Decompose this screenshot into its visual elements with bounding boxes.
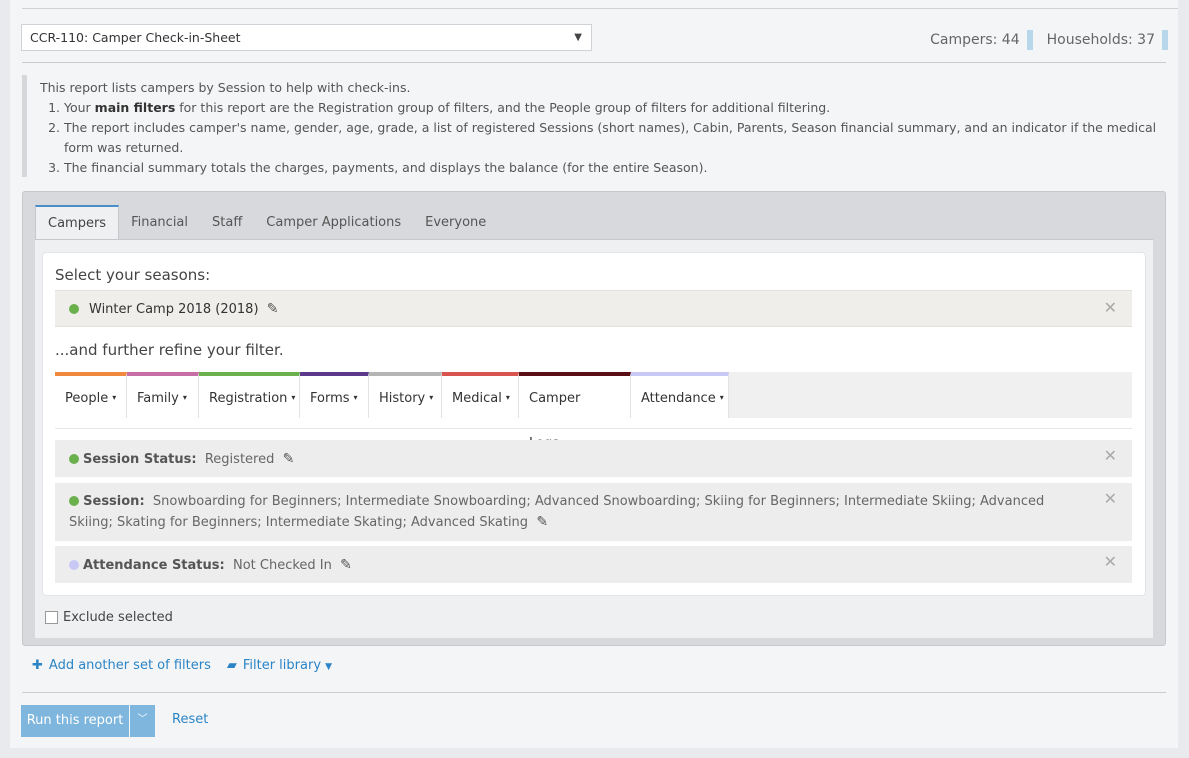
count-bar-decoration (1026, 30, 1033, 50)
category-history-label: History (379, 391, 426, 406)
run-options-button[interactable]: ﹀ (130, 705, 155, 737)
tab-bar: Campers Financial Staff Camper Applicati… (35, 205, 498, 239)
filter-status-dot (69, 495, 79, 506)
close-icon[interactable]: ✕ (1104, 446, 1117, 466)
report-dropdown-value: CCR-110: Camper Check-in-Sheet (30, 30, 241, 45)
tab-campers[interactable]: Campers (35, 205, 120, 239)
pencil-icon[interactable]: ✎ (267, 301, 279, 317)
actions-divider (22, 692, 1166, 693)
tab-financial[interactable]: Financial (119, 205, 200, 239)
category-medical[interactable]: Medical ▾ (442, 372, 519, 418)
description-item-1-pre: Your (64, 100, 95, 115)
category-people-label: People (65, 391, 109, 406)
pencil-icon[interactable]: ✎ (340, 555, 352, 575)
add-filters-label: Add another set of filters (48, 658, 211, 673)
category-attendance[interactable]: Attendance ▾ (631, 372, 729, 418)
plus-icon: ✚ (32, 658, 43, 673)
refine-heading: ...and further refine your filter. (55, 341, 284, 359)
season-status-dot (69, 304, 79, 314)
category-registration-label: Registration (209, 391, 288, 406)
filter-attendance-status-value: Not Checked In (232, 558, 332, 573)
campers-count-label: Campers: 44 (930, 32, 1020, 48)
selected-season-row: Winter Camp 2018 (2018) ✎ ✕ (55, 290, 1132, 327)
tab-staff[interactable]: Staff (200, 205, 254, 239)
chevron-down-icon: ▾ (182, 393, 187, 402)
run-report-button[interactable]: Run this report (21, 705, 129, 737)
filter-library-label: Filter library (242, 658, 322, 673)
filter-status-dot (69, 560, 79, 570)
counts-summary: Campers: 44 Households: 37 (930, 30, 1168, 50)
chevron-down-icon: ▾ (429, 393, 434, 402)
description-item-2: The report includes camper's name, gende… (64, 118, 1167, 158)
categories-divider (55, 428, 1132, 429)
tab-camper-applications[interactable]: Camper Applications (254, 205, 413, 239)
description-item-1-bold: main filters (94, 100, 176, 115)
chevron-down-icon: ▾ (112, 393, 117, 402)
filter-attendance-status: Attendance Status: Not Checked In ✎ ✕ (55, 546, 1132, 583)
filter-attendance-status-label: Attendance Status: (83, 558, 225, 573)
category-forms[interactable]: Forms ▾ (300, 372, 369, 418)
report-dropdown[interactable]: CCR-110: Camper Check-in-Sheet ▼ (21, 24, 592, 51)
description-item-1: Your main filters for this report are th… (64, 98, 1167, 118)
report-description: This report lists campers by Session to … (22, 75, 1167, 177)
filter-card: Select your seasons: Winter Camp 2018 (2… (43, 253, 1145, 595)
close-icon[interactable]: ✕ (1104, 552, 1117, 572)
exclude-selected[interactable]: Exclude selected (45, 610, 173, 625)
chevron-down-icon: ▾ (719, 393, 724, 402)
category-attendance-label: Attendance (641, 391, 716, 406)
close-icon[interactable]: ✕ (1104, 489, 1117, 509)
households-count: Households: 37 (1047, 30, 1168, 50)
households-count-label: Households: 37 (1046, 32, 1155, 48)
close-icon[interactable]: ✕ (1104, 298, 1117, 317)
filter-categories: People ▾ Family ▾ Registration ▾ Forms ▾ His… (55, 372, 1132, 451)
filter-session-label: Session: (83, 494, 145, 509)
top-divider (22, 8, 1178, 9)
pencil-icon[interactable]: ✎ (283, 449, 295, 469)
category-registration[interactable]: Registration ▾ (199, 372, 300, 418)
filter-library-link[interactable]: ▰ Filter library ▼ (227, 658, 332, 673)
category-forms-label: Forms (310, 391, 350, 406)
category-history[interactable]: History ▾ (369, 372, 442, 418)
chevron-down-icon: ﹀ (137, 714, 148, 725)
exclude-label: Exclude selected (63, 610, 173, 625)
category-medical-label: Medical (452, 391, 502, 406)
report-page: CCR-110: Camper Check-in-Sheet ▼ Campers… (10, 0, 1178, 748)
filter-actions: ✚ Add another set of filters ▰ Filter libr… (32, 658, 348, 673)
category-people[interactable]: People ▾ (55, 372, 127, 418)
filter-session-status: Session Status: Registered ✎ ✕ (55, 440, 1132, 477)
chevron-down-icon: ▾ (353, 393, 358, 402)
count-bar-decoration (1162, 30, 1168, 50)
description-list: Your main filters for this report are th… (40, 98, 1167, 178)
reset-link[interactable]: Reset (172, 712, 208, 727)
tab-content: Select your seasons: Winter Camp 2018 (2… (35, 239, 1153, 638)
tab-everyone[interactable]: Everyone (413, 205, 498, 239)
caret-down-icon: ▼ (325, 662, 333, 672)
category-camper-logs[interactable]: Camper Logs▾ (519, 372, 631, 451)
season-name: Winter Camp 2018 (2018) (89, 302, 259, 317)
filter-session-value: Snowboarding for Beginners; Intermediate… (69, 494, 1045, 530)
filter-status-dot (69, 454, 79, 464)
category-family-label: Family (137, 391, 179, 406)
description-item-1-post: for this report are the Registration gro… (175, 100, 831, 115)
season-label: Winter Camp 2018 (2018) ✎ (89, 301, 279, 317)
exclude-checkbox[interactable] (45, 611, 58, 624)
category-family[interactable]: Family ▾ (127, 372, 199, 418)
filter-panel: Campers Financial Staff Camper Applicati… (22, 191, 1166, 646)
chevron-down-icon: ▾ (291, 393, 296, 402)
pencil-icon[interactable]: ✎ (536, 512, 548, 532)
description-intro: This report lists campers by Session to … (40, 80, 411, 95)
chevron-down-icon: ▼ (574, 32, 582, 43)
campers-count: Campers: 44 (930, 30, 1047, 50)
seasons-heading: Select your seasons: (55, 266, 211, 284)
filter-session-status-value: Registered (204, 452, 275, 467)
folder-icon: ▰ (226, 658, 237, 673)
filter-session-status-label: Session Status: (83, 452, 197, 467)
chevron-down-icon: ▾ (505, 393, 510, 402)
add-filters-link[interactable]: ✚ Add another set of filters (32, 658, 211, 673)
filter-session: Session: Snowboarding for Beginners; Int… (55, 483, 1132, 541)
description-item-3: The financial summary totals the charges… (64, 158, 1167, 178)
header-divider (22, 62, 1166, 63)
